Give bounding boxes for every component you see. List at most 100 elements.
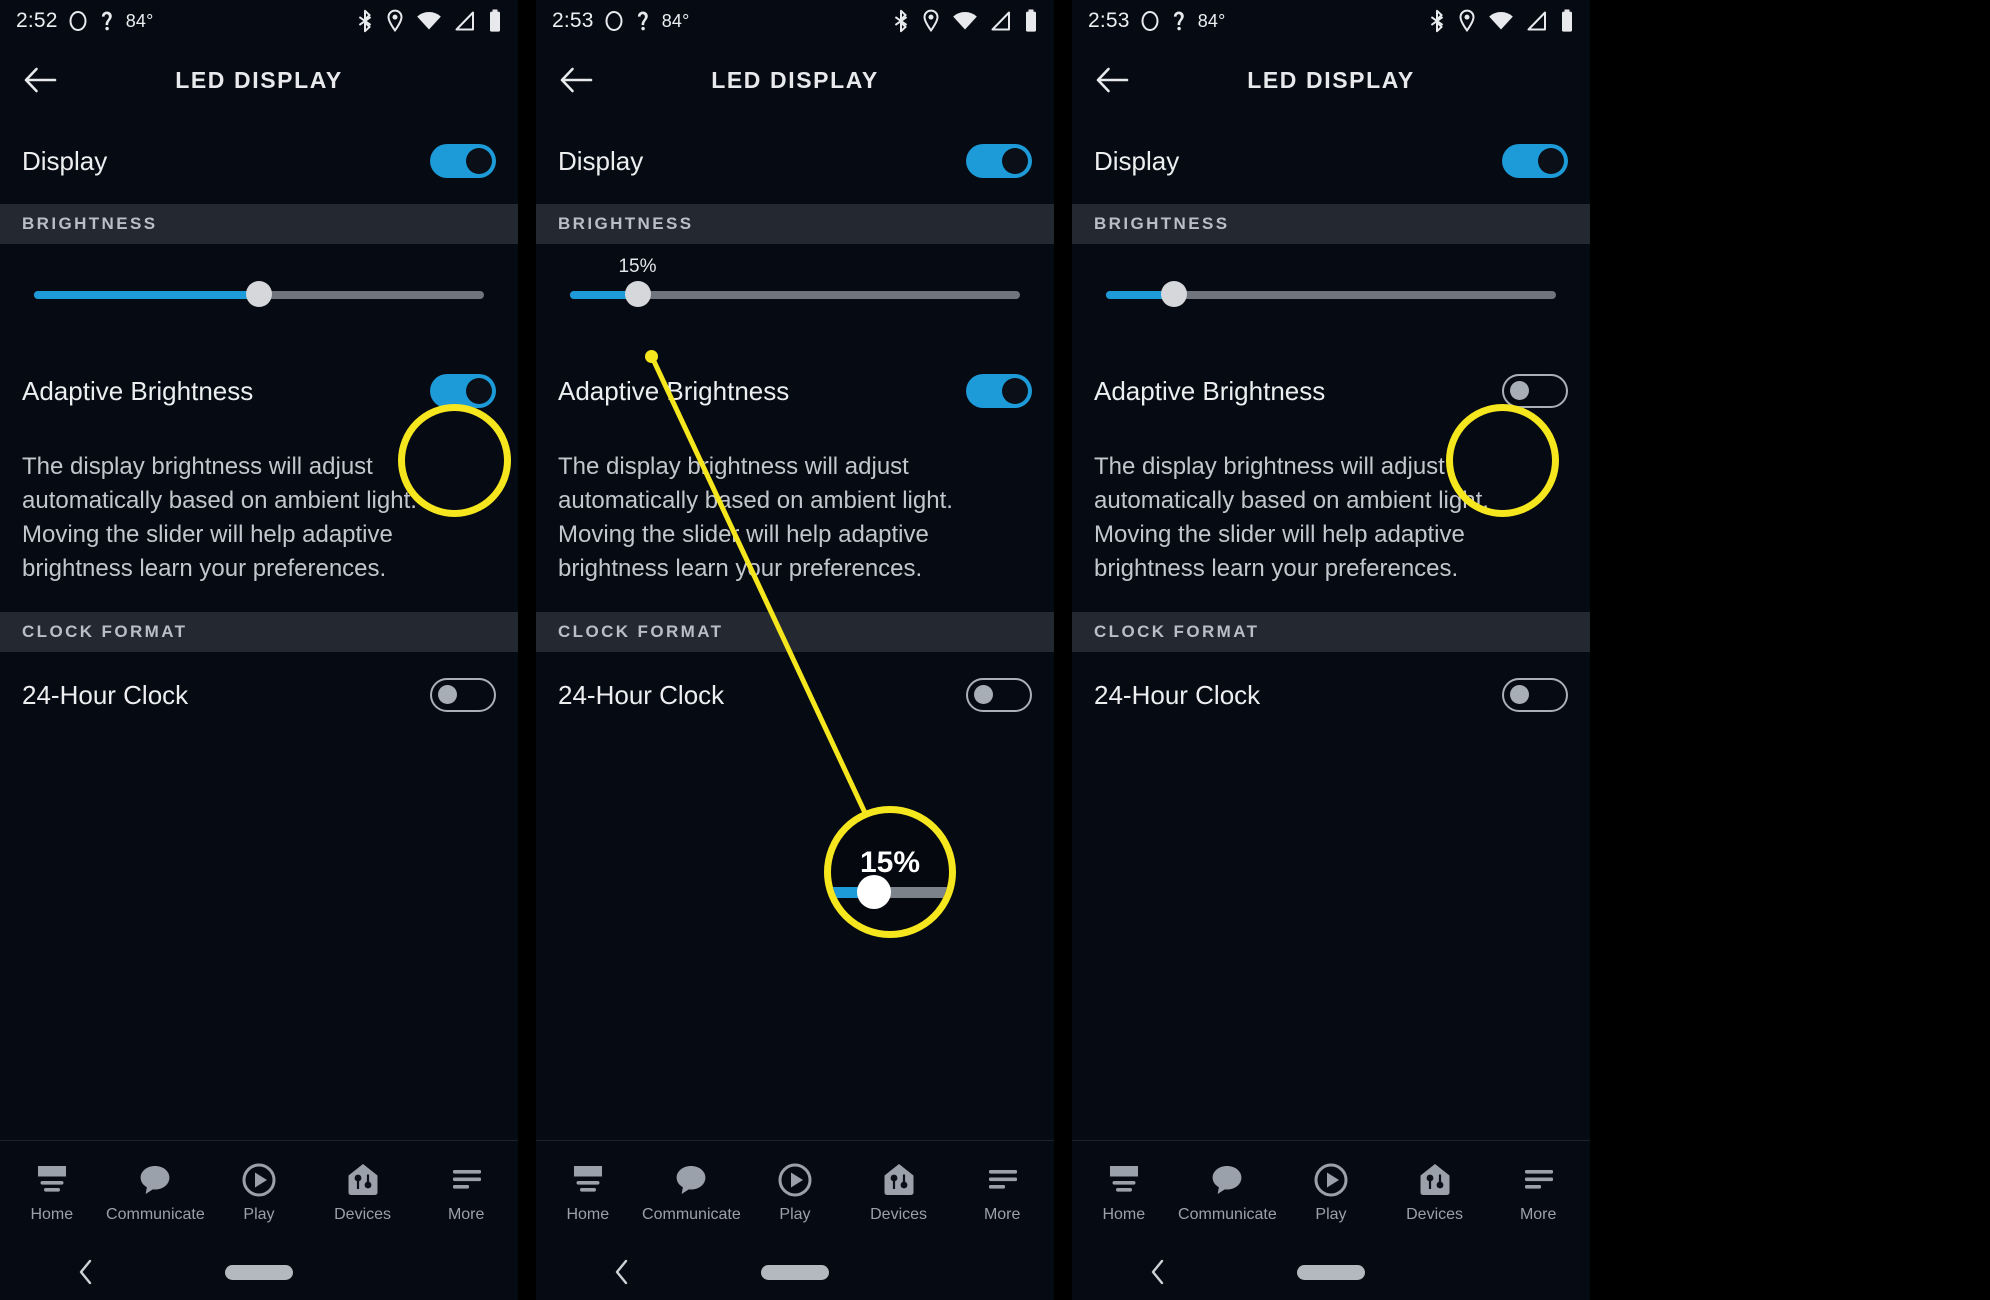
chat-bubble-icon <box>673 1163 709 1197</box>
clock-format-row[interactable]: 24-Hour Clock <box>1072 652 1590 739</box>
location-icon <box>1458 9 1476 33</box>
nav-label: Devices <box>1406 1206 1464 1223</box>
brightness-slider-thumb[interactable] <box>1160 281 1187 307</box>
nav-icon-wrap <box>881 1161 917 1199</box>
chat-bubble-icon <box>137 1163 173 1197</box>
nav-icon-wrap <box>1519 1161 1557 1199</box>
brightness-slider[interactable] <box>34 281 484 307</box>
clock-format-toggle[interactable] <box>966 678 1032 713</box>
devices-house-icon <box>881 1162 917 1198</box>
panel-3: 2:53 84° LED DISPLAY Display BRIGHTNESS Adapt… <box>1072 0 1590 1300</box>
display-row[interactable]: Display <box>0 118 518 204</box>
adaptive-brightness-toggle[interactable] <box>1502 374 1568 408</box>
nav-label: Devices <box>870 1206 928 1223</box>
nav-item-play[interactable]: Play <box>1279 1161 1383 1224</box>
back-button[interactable] <box>1080 48 1144 112</box>
nav-item-devices[interactable]: Devices <box>847 1161 951 1224</box>
clock-format-label: 24-Hour Clock <box>558 679 725 710</box>
nav-icon-wrap <box>569 1161 607 1199</box>
status-time: 2:53 <box>1088 9 1130 32</box>
brightness-slider-thumb[interactable] <box>246 281 272 307</box>
nav-icon-wrap <box>1105 1161 1143 1199</box>
brightness-slider[interactable] <box>1106 281 1556 307</box>
nav-item-home[interactable]: Home <box>536 1161 640 1224</box>
nav-label: More <box>983 1206 1021 1223</box>
wifi-icon <box>1488 10 1514 32</box>
display-toggle[interactable] <box>430 144 496 178</box>
nav-item-communicate[interactable]: Communicate <box>640 1161 744 1224</box>
display-row[interactable]: Display <box>1072 118 1590 204</box>
nav-label: Home <box>566 1206 610 1223</box>
adaptive-brightness-toggle[interactable] <box>430 374 496 408</box>
home-icon <box>1105 1163 1143 1197</box>
clock-format-toggle[interactable] <box>430 678 496 713</box>
clock-format-label: 24-Hour Clock <box>1094 679 1261 710</box>
home-icon <box>33 1163 71 1197</box>
toggle-knob <box>1510 381 1529 400</box>
clock-format-row[interactable]: 24-Hour Clock <box>536 652 1054 739</box>
adaptive-brightness-row[interactable]: Adaptive Brightness <box>536 348 1054 434</box>
nav-item-more[interactable]: More <box>1486 1161 1590 1224</box>
system-nav-bar <box>1072 1244 1590 1300</box>
adaptive-brightness-label: Adaptive Brightness <box>1094 375 1326 406</box>
clock-format-row[interactable]: 24-Hour Clock <box>0 652 518 739</box>
app-bar: LED DISPLAY <box>1072 42 1590 118</box>
battery-icon <box>1560 9 1574 33</box>
clock-format-section-header: CLOCK FORMAT <box>1072 612 1590 653</box>
nav-icon-wrap <box>1417 1161 1453 1199</box>
wifi-icon <box>416 10 442 32</box>
system-home-indicator[interactable] <box>761 1264 829 1280</box>
toggle-knob <box>1002 378 1028 404</box>
circle-icon <box>604 10 624 32</box>
app-bar: LED DISPLAY <box>0 42 518 118</box>
nav-item-communicate[interactable]: Communicate <box>1176 1161 1280 1224</box>
nav-item-devices[interactable]: Devices <box>311 1161 415 1224</box>
back-button[interactable] <box>8 48 72 112</box>
nav-item-play[interactable]: Play <box>743 1161 847 1224</box>
status-bar: 2:52 84° <box>0 0 518 42</box>
adaptive-brightness-row[interactable]: Adaptive Brightness <box>0 348 518 434</box>
callout-value: 15% <box>859 845 921 879</box>
nav-item-play[interactable]: Play <box>207 1161 311 1224</box>
callout-slider <box>831 874 949 909</box>
adaptive-brightness-description: The display brightness will adjust autom… <box>1072 434 1590 613</box>
nav-label: Play <box>779 1206 811 1223</box>
bottom-nav: Home Communicate Play Devices More <box>0 1140 518 1244</box>
system-back-button[interactable] <box>0 1258 173 1286</box>
status-time: 2:52 <box>16 9 58 32</box>
display-toggle[interactable] <box>966 144 1032 178</box>
system-back-button[interactable] <box>1072 1258 1245 1286</box>
system-back-button[interactable] <box>536 1258 709 1286</box>
nav-item-more[interactable]: More <box>950 1161 1054 1224</box>
alexa-icon <box>634 10 652 32</box>
adaptive-brightness-row[interactable]: Adaptive Brightness <box>1072 348 1590 434</box>
toggle-knob <box>438 685 457 705</box>
system-home-indicator[interactable] <box>1297 1264 1365 1280</box>
nav-label: Home <box>30 1206 74 1223</box>
devices-house-icon <box>345 1162 381 1198</box>
brightness-slider[interactable] <box>570 281 1020 307</box>
nav-item-communicate[interactable]: Communicate <box>104 1161 208 1224</box>
display-toggle[interactable] <box>1502 144 1568 178</box>
nav-icon-wrap <box>345 1161 381 1199</box>
nav-item-more[interactable]: More <box>414 1161 518 1224</box>
brightness-slider-area <box>1072 244 1590 348</box>
status-bar: 2:53 84° <box>1072 0 1590 42</box>
more-lines-icon <box>1519 1165 1557 1195</box>
system-nav-bar <box>536 1244 1054 1300</box>
brightness-slider-thumb[interactable] <box>624 281 651 307</box>
nav-item-devices[interactable]: Devices <box>1383 1161 1487 1224</box>
toggle-knob <box>974 685 993 705</box>
display-row[interactable]: Display <box>536 118 1054 204</box>
back-arrow-icon <box>22 65 58 95</box>
clock-format-label: 24-Hour Clock <box>22 679 189 710</box>
system-home-indicator[interactable] <box>225 1264 293 1280</box>
nav-item-home[interactable]: Home <box>1072 1161 1176 1224</box>
play-circle-icon <box>776 1162 814 1198</box>
clock-format-toggle[interactable] <box>1502 678 1568 713</box>
status-bar: 2:53 84° <box>536 0 1054 42</box>
adaptive-brightness-toggle[interactable] <box>966 374 1032 408</box>
nav-item-home[interactable]: Home <box>0 1161 104 1224</box>
adaptive-brightness-description: The display brightness will adjust autom… <box>536 434 1054 613</box>
back-button[interactable] <box>544 48 608 112</box>
